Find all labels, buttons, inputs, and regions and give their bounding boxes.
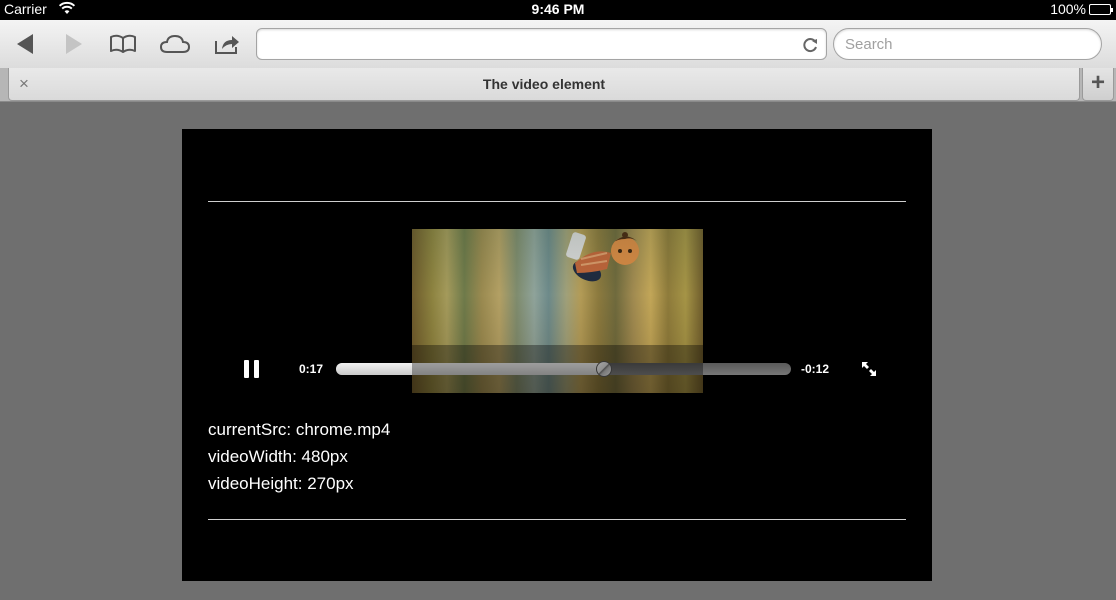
pause-icon-bar: [254, 360, 259, 378]
back-button[interactable]: [9, 30, 41, 58]
browser-toolbar: Search: [0, 20, 1116, 68]
battery-icon: [1089, 4, 1113, 15]
icloud-tabs-button[interactable]: [159, 30, 191, 58]
clock: 9:46 PM: [531, 1, 585, 17]
search-field[interactable]: Search: [833, 28, 1102, 60]
book-icon: [110, 34, 136, 53]
video-width-text: videoWidth: 480px: [208, 447, 348, 466]
video-height-text: videoHeight: 270px: [208, 474, 354, 493]
search-placeholder: Search: [845, 36, 893, 53]
video-character-figure: [566, 232, 639, 282]
back-arrow-icon: [17, 34, 33, 54]
remaining-time: -0:12: [801, 362, 830, 376]
pause-icon: [244, 360, 249, 378]
reload-icon[interactable]: [800, 35, 820, 55]
plus-icon: +: [1090, 69, 1105, 96]
pause-button[interactable]: [244, 360, 260, 378]
address-bar[interactable]: [256, 28, 827, 60]
divider-bottom: [208, 519, 906, 520]
divider-top: [208, 201, 906, 202]
new-tab-button[interactable]: +: [1082, 68, 1114, 101]
share-icon: [215, 36, 239, 54]
video-frame[interactable]: [412, 229, 703, 393]
current-src-text: currentSrc: chrome.mp4: [208, 420, 391, 439]
page-content: 0:17 -0:12 currentSrc: chrome.mp4 videoW…: [182, 129, 932, 581]
fullscreen-icon[interactable]: [860, 360, 878, 378]
video-controls-overlay: [412, 345, 703, 393]
forward-button[interactable]: [58, 30, 90, 58]
forward-arrow-icon: [66, 34, 82, 54]
share-button[interactable]: [211, 30, 243, 58]
tab-video-element[interactable]: × The video element: [8, 68, 1080, 101]
cloud-icon: [160, 34, 190, 53]
elapsed-time: 0:17: [299, 362, 324, 376]
status-bar: Carrier 9:46 PM 100%: [0, 0, 1116, 20]
battery-percent: 100%: [1050, 1, 1086, 17]
bookmarks-button[interactable]: [107, 30, 139, 58]
tab-title: The video element: [482, 76, 606, 92]
tab-bar: × The video element +: [0, 68, 1116, 102]
